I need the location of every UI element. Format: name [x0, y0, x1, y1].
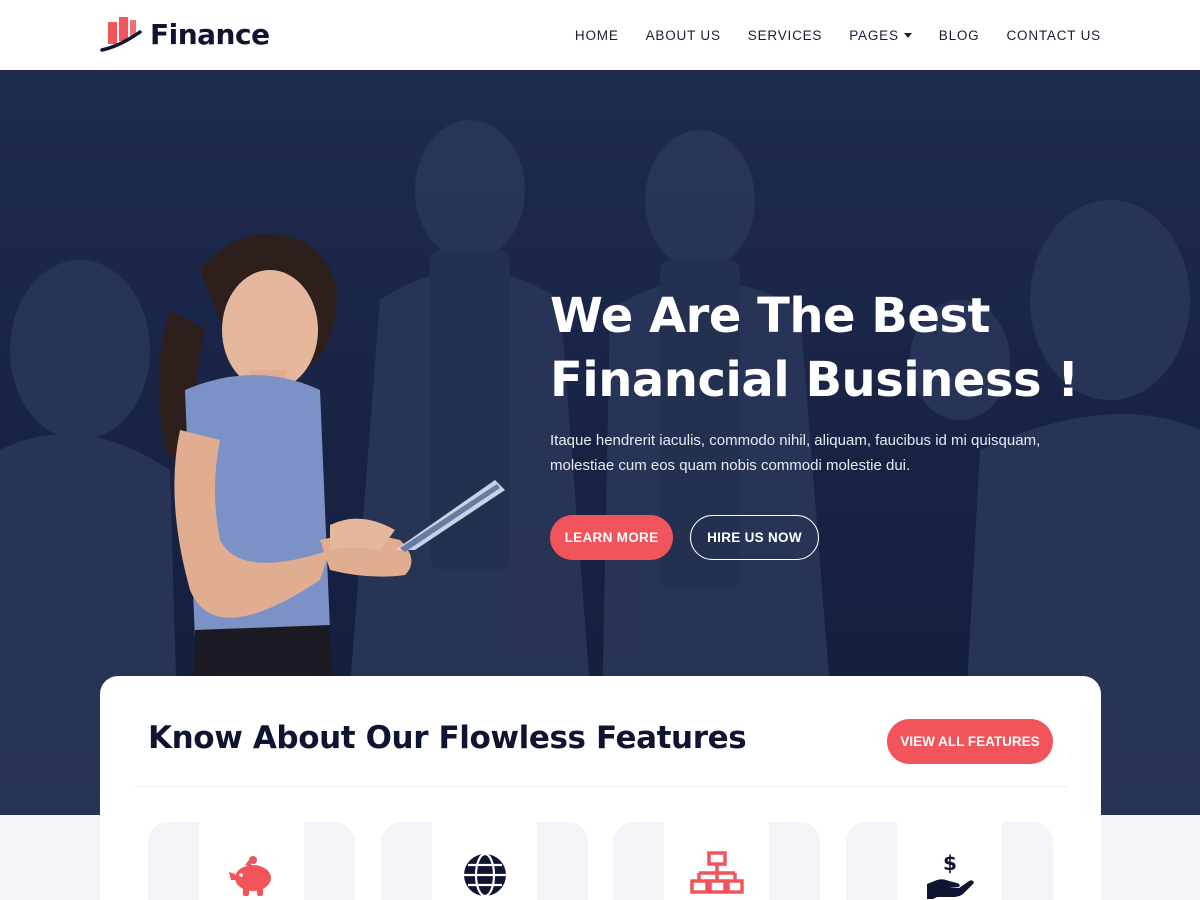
- feature-card[interactable]: [148, 822, 355, 900]
- nav-services[interactable]: SERVICES: [748, 28, 822, 43]
- hero-title-line-1: We Are The Best: [550, 288, 990, 344]
- feature-card[interactable]: $: [846, 822, 1053, 900]
- piggy-bank-icon: [225, 848, 279, 900]
- caret-down-icon: [903, 33, 912, 38]
- nav-pages-label: PAGES: [849, 27, 899, 43]
- learn-more-button[interactable]: LEARN MORE: [550, 515, 673, 560]
- main-nav: HOME ABOUT US SERVICES PAGES BLOG CONTAC…: [575, 0, 1101, 70]
- hero-description-line-2: molestiae cum eos quam nobis commodi mol…: [550, 457, 911, 474]
- features-panel: Know About Our Flowless Features VIEW AL…: [100, 676, 1101, 900]
- nav-home[interactable]: HOME: [575, 28, 619, 43]
- feature-card[interactable]: [613, 822, 820, 900]
- nav-about-us[interactable]: ABOUT US: [646, 28, 721, 43]
- svg-text:$: $: [943, 851, 957, 875]
- features-heading: Know About Our Flowless Features: [148, 720, 747, 756]
- nav-pages[interactable]: PAGES: [849, 28, 912, 43]
- hire-us-now-button[interactable]: HIRE US NOW: [690, 515, 819, 560]
- globe-icon: [458, 848, 512, 900]
- hand-dollar-icon: $: [923, 848, 977, 900]
- divider: [134, 786, 1067, 787]
- site-logo[interactable]: Finance: [100, 14, 270, 54]
- hero-title-line-2: Financial Business !: [550, 352, 1079, 408]
- hero-description: Itaque hendrerit iaculis, commodo nihil,…: [550, 428, 1110, 478]
- feature-card[interactable]: [381, 822, 588, 900]
- network-icon: [689, 848, 744, 900]
- logo-text: Finance: [150, 17, 270, 51]
- hero-title: We Are The Best Financial Business !: [550, 284, 1170, 412]
- nav-blog[interactable]: BLOG: [939, 28, 980, 43]
- site-header: Finance HOME ABOUT US SERVICES PAGES BLO…: [0, 0, 1200, 70]
- logo-chart-icon: [100, 14, 142, 54]
- hero-description-line-1: Itaque hendrerit iaculis, commodo nihil,…: [550, 432, 1041, 449]
- nav-contact-us[interactable]: CONTACT US: [1006, 28, 1101, 43]
- view-all-features-button[interactable]: VIEW ALL FEATURES: [887, 719, 1053, 764]
